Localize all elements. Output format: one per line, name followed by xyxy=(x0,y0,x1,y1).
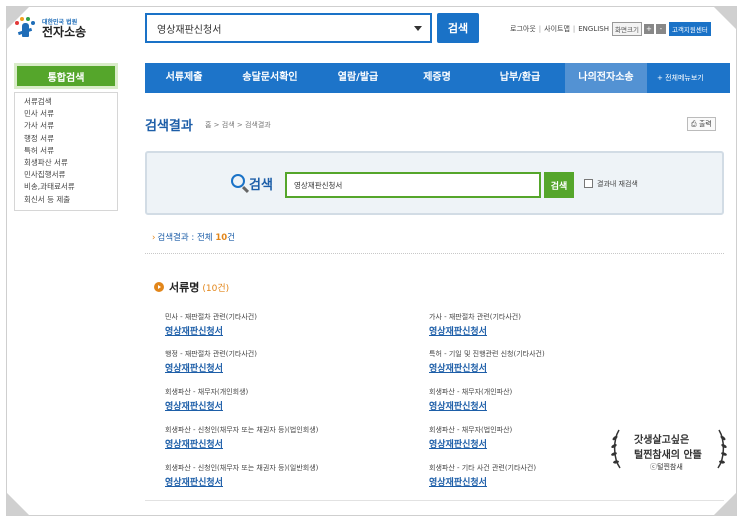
nav-certificates[interactable]: 제증명 xyxy=(399,63,475,93)
top-search-input[interactable] xyxy=(157,22,397,34)
top-search-button[interactable]: 검색 xyxy=(437,13,479,43)
court-logo-icon xyxy=(14,17,36,41)
nav-view-issue[interactable]: 열람/발급 xyxy=(317,63,399,93)
result-link[interactable]: 영상재판신청서 xyxy=(165,399,223,412)
result-link[interactable]: 영상재판신청서 xyxy=(429,437,487,450)
laurel-left-icon xyxy=(611,429,621,469)
laurel-right-icon xyxy=(717,429,727,469)
corner-decoration xyxy=(714,493,736,515)
side-item-reply[interactable]: 회신서 등 제출 xyxy=(15,194,117,206)
result-category: 회생파산 - 신청인(채무자 또는 채권자 등)(일반회생) xyxy=(165,464,319,472)
result-link[interactable]: 영상재판신청서 xyxy=(429,475,487,488)
section-title-text: 서류명 xyxy=(169,281,200,294)
result-summary-label: 검색결과 : 전체 xyxy=(157,233,213,243)
help-center-button[interactable]: 고객지원센터 xyxy=(668,22,711,36)
section-title: 서류명 (10건) xyxy=(154,279,229,295)
result-link[interactable]: 영상재판신청서 xyxy=(165,437,223,450)
result-category: 회생파산 - 신청인(채무자 또는 채권자 등)(법인회생) xyxy=(165,426,319,434)
side-title: 통합검색 xyxy=(14,63,118,89)
nav-delivery-check[interactable]: 송달문서확인 xyxy=(223,63,317,93)
watermark: 갓생살고싶은 털찐참새의 안뜰 ⓒ털찐참새 xyxy=(606,426,727,476)
search-button[interactable]: 검색 xyxy=(544,172,574,198)
zoom-out-button[interactable]: - xyxy=(655,24,666,34)
arrow-circle-icon xyxy=(154,282,164,292)
result-link[interactable]: 영상재판신청서 xyxy=(165,361,223,374)
divider xyxy=(145,253,724,254)
result-item: 회생파산 - 채무자(개인회생) 영상재판신청서 xyxy=(165,387,425,412)
result-category: 특허 - 기일 및 진행관련 신청(기타사건) xyxy=(429,350,545,358)
result-category: 가사 - 재판절차 관련(기타사건) xyxy=(429,313,521,321)
nav-document-submit[interactable]: 서류제출 xyxy=(145,63,223,93)
main-nav: 서류제출 송달문서확인 열람/발급 제증명 납부/환급 나의전자소송 + 전체메… xyxy=(145,63,730,93)
side-item-administrative[interactable]: 행정 서류 xyxy=(15,133,117,145)
all-menu-button[interactable]: + 전체메뉴보기 xyxy=(647,73,704,83)
chevron-down-icon[interactable] xyxy=(414,26,422,31)
sitemap-link[interactable]: 사이트맵 xyxy=(544,24,570,34)
section-count: (10건) xyxy=(202,283,230,294)
watermark-line: 갓생살고싶은 xyxy=(634,435,690,446)
result-item: 가사 - 재판절차 관련(기타사건) 영상재판신청서 xyxy=(429,312,689,337)
search-input[interactable] xyxy=(285,172,541,198)
side-menu: 서류검색 민사 서류 가사 서류 행정 서류 특허 서류 회생파산 서류 민사집… xyxy=(14,92,118,211)
nav-payment-refund[interactable]: 납부/환급 xyxy=(475,63,565,93)
corner-decoration xyxy=(714,7,736,29)
result-count: 10 xyxy=(215,233,228,243)
result-link[interactable]: 영상재판신청서 xyxy=(165,475,223,488)
research-checkbox[interactable] xyxy=(584,179,593,188)
divider xyxy=(145,500,724,501)
result-category: 민사 - 재판절차 관련(기타사건) xyxy=(165,313,257,321)
result-link[interactable]: 영상재판신청서 xyxy=(429,399,487,412)
printer-icon: ⎙ xyxy=(691,120,697,128)
research-checkbox-label: 결과내 재검색 xyxy=(597,180,638,188)
side-item-non-contentious[interactable]: 비송,과태료서류 xyxy=(15,181,117,193)
site-logo[interactable]: 대한민국 법원 전자소송 xyxy=(14,14,86,44)
result-category: 회생파산 - 채무자(개인파산) xyxy=(429,388,513,396)
watermark-line: 털찐참새의 안뜰 xyxy=(634,450,702,461)
zoom-label: 화면크기 xyxy=(612,22,642,36)
logo-title: 전자소송 xyxy=(42,24,87,39)
side-item-civil[interactable]: 민사 서류 xyxy=(15,108,117,120)
side-item-execution[interactable]: 민사집행서류 xyxy=(15,169,117,181)
english-link[interactable]: ENGLISH xyxy=(578,25,609,33)
corner-decoration xyxy=(7,493,29,515)
result-category: 행정 - 재판절차 관련(기타사건) xyxy=(165,350,257,358)
result-item: 특허 - 기일 및 진행관련 신청(기타사건) 영상재판신청서 xyxy=(429,349,689,374)
side-item-document-search[interactable]: 서류검색 xyxy=(15,96,117,108)
result-link[interactable]: 영상재판신청서 xyxy=(165,324,223,337)
side-item-patent[interactable]: 특허 서류 xyxy=(15,145,117,157)
result-link[interactable]: 영상재판신청서 xyxy=(429,324,487,337)
breadcrumb: 홈 > 검색 > 검색결과 xyxy=(205,121,271,129)
result-category: 회생파산 - 채무자(개인회생) xyxy=(165,388,249,396)
chevron-right-icon: › xyxy=(152,233,156,243)
nav-my-ecourt[interactable]: 나의전자소송 xyxy=(565,63,647,93)
search-panel: 검색 검색 결과내 재검색 xyxy=(145,151,724,215)
result-item: 행정 - 재판절차 관련(기타사건) 영상재판신청서 xyxy=(165,349,425,374)
logout-link[interactable]: 로그아웃 xyxy=(510,24,536,34)
print-button[interactable]: ⎙ 출력 xyxy=(687,117,716,131)
top-search-box[interactable] xyxy=(145,13,432,43)
print-label: 출력 xyxy=(698,120,712,128)
result-item: 회생파산 - 신청인(채무자 또는 채권자 등)(일반회생) 영상재판신청서 xyxy=(165,463,425,488)
side-item-bankruptcy[interactable]: 회생파산 서류 xyxy=(15,157,117,169)
zoom-in-button[interactable]: + xyxy=(643,24,654,34)
watermark-copyright: ⓒ털찐참새 xyxy=(650,463,683,471)
result-item: 민사 - 재판절차 관련(기타사건) 영상재판신청서 xyxy=(165,312,425,337)
search-panel-label: 검색 xyxy=(249,178,273,193)
utility-links: 로그아웃 | 사이트맵 | ENGLISH 화면크기 + - 고객지원센터 xyxy=(510,22,711,36)
side-item-family[interactable]: 가사 서류 xyxy=(15,120,117,132)
result-count-unit: 건 xyxy=(227,233,235,243)
result-item: 회생파산 - 채무자(개인파산) 영상재판신청서 xyxy=(429,387,689,412)
result-item: 회생파산 - 신청인(채무자 또는 채권자 등)(법인회생) 영상재판신청서 xyxy=(165,425,425,450)
page-title: 검색결과 xyxy=(145,119,193,134)
result-summary: › 검색결과 : 전체 10건 xyxy=(152,231,235,243)
result-link[interactable]: 영상재판신청서 xyxy=(429,361,487,374)
search-icon xyxy=(231,174,245,188)
